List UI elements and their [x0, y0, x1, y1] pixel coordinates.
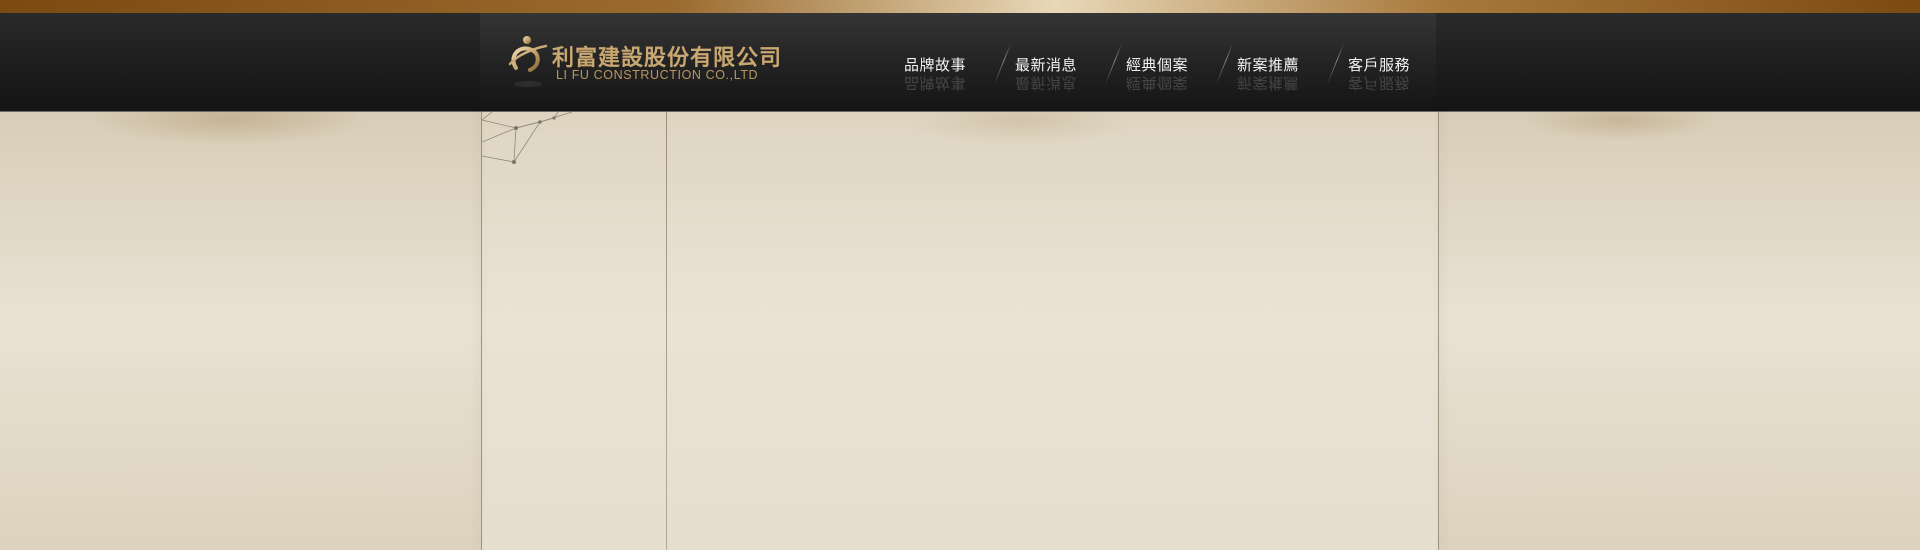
- nav-item-reflection: 經典個案: [1126, 74, 1189, 92]
- nav-item-reflection: 新案推薦: [1237, 74, 1300, 92]
- nav-item-reflection: 品牌故事: [904, 74, 967, 92]
- nav-item-brand-story[interactable]: 品牌故事 品牌故事: [900, 13, 1012, 111]
- content-left-border: [481, 112, 482, 550]
- nav-separator: [993, 43, 1012, 85]
- nav-item-label: 品牌故事: [904, 56, 967, 74]
- nav-item-classic-cases[interactable]: 經典個案 經典個案: [1122, 13, 1234, 111]
- nav-item-reflection: 最新消息: [1015, 74, 1078, 92]
- nav-item-new-projects[interactable]: 新案推薦 新案推薦: [1233, 13, 1345, 111]
- nav-item-customer-service[interactable]: 客戶服務 客戶服務: [1344, 13, 1455, 111]
- geometric-decoration-icon: [482, 112, 573, 164]
- nav-item-reflection: 客戶服務: [1348, 74, 1411, 92]
- nav-separator: [1215, 43, 1234, 85]
- nav-separator: [1104, 43, 1123, 85]
- nav-item-label: 客戶服務: [1348, 56, 1411, 74]
- nav-item-label: 經典個案: [1126, 56, 1189, 74]
- lifu-logo-icon: [508, 36, 548, 87]
- content-panel: [482, 112, 1438, 550]
- top-gold-strip: [0, 0, 1920, 13]
- content-right-border: [1438, 112, 1439, 550]
- nav-separator: [1326, 43, 1345, 85]
- company-name-en: LI FU CONSTRUCTION CO.,LTD: [556, 68, 759, 82]
- site-logo[interactable]: 利富建設股份有限公司 LI FU CONSTRUCTION CO.,LTD: [506, 34, 796, 94]
- main-nav: 品牌故事 品牌故事 最新消息 最新消息 經典個案 經典個案 新案推薦 新案推薦 …: [900, 13, 1455, 111]
- nav-item-label: 最新消息: [1015, 56, 1078, 74]
- nav-item-label: 新案推薦: [1237, 56, 1300, 74]
- sidebar-divider: [666, 112, 667, 550]
- nav-item-latest-news[interactable]: 最新消息 最新消息: [1011, 13, 1123, 111]
